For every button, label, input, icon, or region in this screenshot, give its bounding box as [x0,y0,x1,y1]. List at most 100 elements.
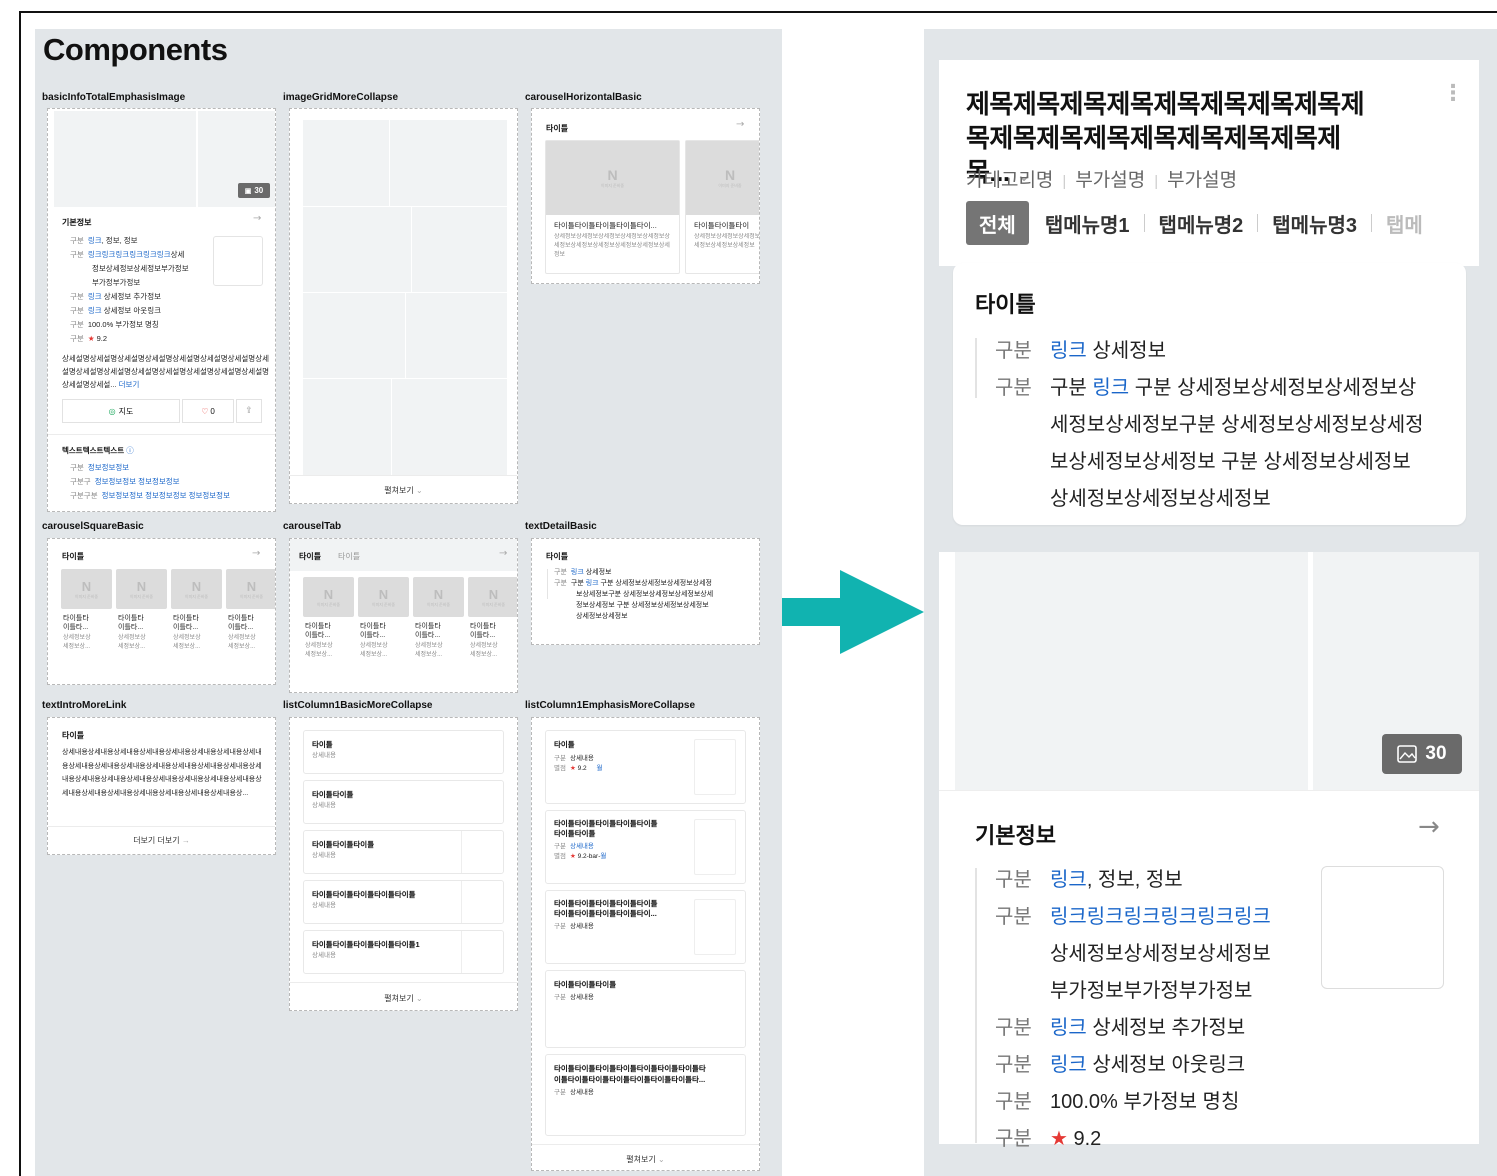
list-item[interactable]: 타이틀타이틀 상세내용 [303,780,504,824]
detail-link[interactable]: 링크 [586,580,599,587]
label-list-basic: listColumn1BasicMoreCollapse [283,700,433,711]
card-carousel-horizontal: 타이틀 → N 이미지 준비중 타이틀타이틀타이틀타이틀타이... 상세정보상세정… [531,108,760,284]
placeholder-image: N 이미지 준비중 [468,577,517,617]
info-link[interactable]: 링크 [88,236,102,245]
image-icon: ▣ [244,187,252,195]
arrow-right-icon: → [181,836,190,845]
description: 상세설명상세설명상세설명상세설명상세설명상세설명상세설명상세설명상세설명상세설명… [62,354,269,389]
thumbnail [461,881,503,923]
carousel-item[interactable]: N 이미지 준비중 타이틀타 이틀타... 상세정보상 세정보상... [116,569,167,675]
tab-4[interactable]: 탭메 [1376,209,1433,238]
detail-subtitle: 카테고리명 | 부가설명 | 부가설명 [966,170,1238,191]
carousel-item[interactable]: N 이미지 준비중 타이틀타 이틀타... 상세정보상 세정보상... [61,569,112,675]
star-icon: ★ [87,334,95,343]
carousel-item[interactable]: N 이미지 준비중 타이틀타 이틀타... 상세정보상 세정보상... [413,577,464,683]
tab-inactive[interactable]: 타이틀 [338,551,360,562]
list-item[interactable]: 타이틀타이틀타이틀타이틀타이틀 타이틀타이틀 구분 상세내용 별점 ★ 9.2-bar… [545,810,746,884]
card-image-grid: 펼쳐보기 ⌄ [289,108,518,504]
tab-2[interactable]: 탭메뉴명2 [1149,209,1254,238]
tab-separator [1371,214,1373,232]
info-link[interactable]: 링크링크링크링크링크링크 [88,250,171,259]
tab-1[interactable]: 탭메뉴명1 [1035,209,1140,238]
expand-button[interactable]: 펼쳐보기 ⌄ [532,1154,759,1165]
label-list-emphasis: listColumn1EmphasisMoreCollapse [525,700,696,711]
section-title: 기본정보 [62,218,92,227]
expand-button[interactable]: 펼쳐보기 ⌄ [290,485,517,496]
card-list-emphasis: 타이틀 구분 상세내용 별점 ★ 9.2 월 타이틀타이틀타이틀타이틀타이틀 타이틀타… [531,717,760,1171]
detail-link[interactable]: 링크 [571,569,584,576]
card-carousel-square: 타이틀 → N 이미지 준비중 타이틀타 이틀타... 상세정보상 세정보상... N 이미지… [47,538,276,685]
card-carousel-tab: 타이틀 타이틀 → N 이미지 준비중 타이틀타 이틀타... 상세정보상 세정보상...… [289,538,518,693]
share-icon[interactable]: ⇪ [236,399,262,423]
gallery-image-1[interactable] [955,552,1308,790]
placeholder-image: N 이미지 준비중 [358,577,409,617]
placeholder-image: N 이미지 준비중 [226,569,275,609]
placeholder-image: N 이미지 준비중 [61,569,112,609]
label-text-detail: textDetailBasic [525,521,597,532]
tab-separator [1143,214,1145,232]
tab-active[interactable]: 타이틀 [299,551,321,562]
placeholder-image: N 이미지 준비중 [116,569,167,609]
list-item[interactable]: 타이틀타이틀타이틀타이틀타이틀 타이틀타이틀타이틀타이틀타이... 구분 상세내용 [545,890,746,964]
map-button[interactable]: ◎ 지도 [62,399,180,423]
chevron-down-icon: ⌄ [657,1155,665,1164]
label-carousel-square: carouselSquareBasic [42,521,144,532]
label-text-intro: textIntroMoreLink [42,700,127,711]
image-grid [303,120,507,475]
list-item[interactable]: 타이틀타이틀타이틀타이틀타이틀 상세내용 [303,880,504,924]
star-icon: ★ [1050,1128,1068,1150]
carousel-item[interactable]: N 이미지 준비중 타이틀타 이틀타... 상세정보상 세정보상... [468,577,517,683]
more-link[interactable]: 더보기 [119,380,140,389]
list-item[interactable]: 타이틀타이틀타이틀 구분 상세내용 [545,970,746,1048]
info-link[interactable]: 링크 [1050,1017,1087,1039]
expand-button[interactable]: 펼쳐보기 ⌄ [290,993,517,1004]
detail-link[interactable]: 링크 [1092,377,1129,399]
carousel-item[interactable]: N 이미지 준비중 타이틀타이틀타이 상세정보상세정보상세정보상세정보상세정보상세… [685,140,759,274]
thumbnail [1321,866,1444,989]
thumbnail [213,236,263,286]
info-link[interactable]: 링크 [1050,1054,1087,1076]
arrow-right-icon[interactable]: → [252,548,260,559]
card-basic-info: ▣ 30 기본정보 → 구분 링크, 정보, 정보 구분 링크링크링크링크링크링크상세… [47,108,276,512]
carousel-item[interactable]: N 이미지 준비중 타이틀타 이틀타... 상세정보상 세정보상... [358,577,409,683]
flow-arrow-icon [782,570,924,654]
carousel-title: 타이틀 [62,552,85,561]
list-item[interactable]: 타이틀 상세내용 [303,730,504,774]
label-basic-info: basicInfoTotalEmphasisImage [42,92,186,103]
like-button[interactable]: ♡ 0 [182,399,234,423]
tab-3[interactable]: 탭메뉴명3 [1262,209,1367,238]
detail-card-title: 타이틀 [975,292,1036,317]
components-title: Components [43,32,228,67]
list-item[interactable]: 타이틀타이틀타이틀 상세내용 [303,830,504,874]
arrow-right-icon[interactable]: → [1418,812,1440,842]
arrow-right-icon[interactable]: → [253,213,261,224]
info-link[interactable]: 링크 [88,292,102,301]
info-link[interactable]: 링크 [88,306,102,315]
list-item[interactable]: 타이틀 구분 상세내용 별점 ★ 9.2 월 [545,730,746,804]
thumbnail [461,831,503,873]
carousel-item[interactable]: N 이미지 준비중 타이틀타 이틀타... 상세정보상 세정보상... [171,569,222,675]
thumbnail [461,931,503,973]
more-link[interactable]: 더보기 더보기 → [48,835,275,846]
carousel-item[interactable]: N 이미지 준비중 타이틀타 이틀타... 상세정보상 세정보상... [303,577,354,683]
carousel-item[interactable]: N 이미지 준비중 타이틀타이틀타이틀타이틀타이... 상세정보상세정보상세정보상… [545,140,680,274]
list-item[interactable]: 타이틀타이틀타이틀타이틀타이틀타이틀타이틀타 이틀타이틀타이틀타이틀타이틀타이틀타… [545,1054,746,1136]
info-link[interactable]: 링크링크링크링크링크링크 [1050,906,1271,928]
chevron-down-icon: ⌄ [415,994,423,1003]
gallery-count-badge[interactable]: ▣ 30 [238,183,270,198]
arrow-right-icon[interactable]: → [736,119,744,130]
info-title: 기본정보 [975,823,1056,848]
kebab-icon[interactable]: ⋮ [1442,83,1464,105]
carousel-item[interactable]: N 이미지 준비중 타이틀타 이틀타... 상세정보상 세정보상... [226,569,275,675]
placeholder-image: N 이미지 준비중 [303,577,354,617]
image-icon [1397,745,1418,763]
gallery-count-badge[interactable]: 30 [1382,734,1462,774]
detail-link[interactable]: 링크 [1050,340,1087,362]
info-link[interactable]: 링크 [1050,869,1087,891]
carousel-title: 타이틀 [546,124,569,133]
info-icon: ⓘ [126,446,134,455]
card-text-intro: 타이틀 상세내용상세내용상세내용상세내용상세내용상세내용상세내용상세내용상세내용… [47,717,276,855]
list-item[interactable]: 타이틀타이틀타이틀타이틀타이틀1 상세내용 [303,930,504,974]
arrow-right-icon[interactable]: → [499,548,507,559]
tab-all[interactable]: 전체 [966,201,1029,245]
